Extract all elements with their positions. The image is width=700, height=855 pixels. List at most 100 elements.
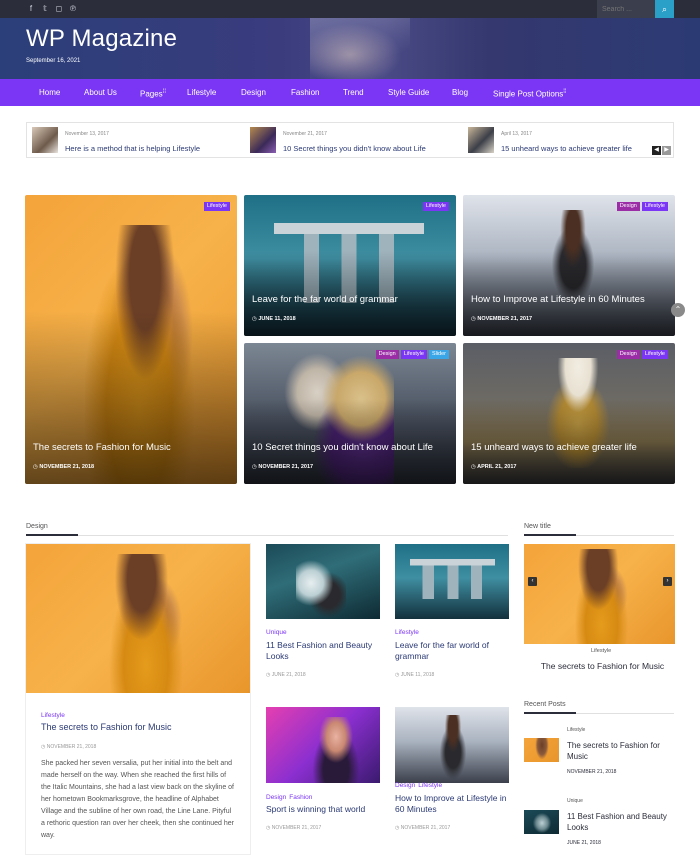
facebook-icon[interactable]: f <box>27 4 35 14</box>
post-category-label[interactable]: Unique <box>266 629 287 636</box>
post-image[interactable] <box>395 544 509 619</box>
site-title[interactable]: WP Magazine <box>26 25 177 53</box>
ticker-thumbnail <box>32 127 58 153</box>
post-image-subject <box>101 554 191 693</box>
ticker-date: November 13, 2017 <box>65 131 109 137</box>
nav-item-lifestyle[interactable]: Lifestyle <box>187 79 216 106</box>
recent-post-thumbnail[interactable] <box>524 810 559 834</box>
recent-post-thumbnail[interactable] <box>524 738 559 762</box>
nav-item-style-guide[interactable]: Style Guide <box>388 79 429 106</box>
search-input[interactable] <box>597 0 655 18</box>
clock-icon: ◷ <box>266 672 271 678</box>
section-heading-new-title: New title <box>524 523 551 530</box>
post-image[interactable] <box>266 544 380 619</box>
clock-icon: ◷ <box>252 464 257 470</box>
ticker-title[interactable]: 10 Secret things you didn't know about L… <box>283 144 426 153</box>
nav-item-blog[interactable]: Blog <box>452 79 468 106</box>
post-image-subject <box>306 717 366 783</box>
nav-item-single-post-options[interactable]: Single Post Options⁞⁞ <box>493 79 567 106</box>
nav-item-about-us[interactable]: About Us <box>84 79 117 106</box>
nav-item-design[interactable]: Design <box>241 79 266 106</box>
post-category[interactable]: Lifestyle <box>41 712 65 719</box>
featured-title[interactable]: The secrets to Fashion for Music <box>33 442 171 453</box>
clock-icon: ◷ <box>41 744 46 750</box>
featured-date-text: NOVEMBER 21, 2018 <box>39 464 95 470</box>
dropdown-icon: ⁞⁞ <box>563 89 567 95</box>
slider-image-subject <box>569 549 634 644</box>
post-title[interactable]: Sport is winning that world <box>266 804 384 815</box>
category-badge[interactable]: Lifestyle <box>641 202 668 211</box>
instagram-icon[interactable]: ◻ <box>55 4 63 14</box>
nav-item-trend[interactable]: Trend <box>343 79 364 106</box>
category-badge[interactable]: Lifestyle <box>400 350 427 359</box>
featured-card[interactable]: Design Lifestyle How to Improve at Lifes… <box>463 195 675 336</box>
featured-date-text: NOVEMBER 21, 2017 <box>258 464 314 470</box>
recent-post-title[interactable]: 11 Best Fashion and Beauty Looks <box>567 811 675 833</box>
post-category-label[interactable]: Fashion <box>289 794 312 801</box>
post-category-label[interactable]: Lifestyle <box>395 629 419 636</box>
scroll-top-button[interactable]: ⌃ <box>671 303 685 317</box>
ticker-thumbnail <box>250 127 276 153</box>
main-navigation: Home About Us Pages⁞⁞ Lifestyle Design F… <box>0 79 700 106</box>
post-image[interactable] <box>26 544 250 693</box>
recent-post-date: NOVEMBER 21, 2018 <box>567 769 617 775</box>
search-button[interactable]: ⌕ <box>655 0 674 18</box>
post-date: ◷ NOVEMBER 21, 2018 <box>41 744 96 750</box>
recent-post-title[interactable]: The secrets to Fashion for Music <box>567 740 675 762</box>
slider-next-button[interactable]: › <box>663 577 672 586</box>
post-title[interactable]: Leave for the far world of grammar <box>395 640 507 662</box>
featured-card[interactable]: Lifestyle Leave for the far world of gra… <box>244 195 456 336</box>
ticker-prev-button[interactable]: ◀ <box>652 146 661 155</box>
ticker-title[interactable]: 15 unheard ways to achieve greater life <box>501 144 632 153</box>
twitter-icon[interactable]: 𝕥 <box>41 4 49 14</box>
featured-title[interactable]: How to Improve at Lifestyle in 60 Minute… <box>471 294 645 305</box>
pinterest-icon[interactable]: ℗ <box>69 4 77 14</box>
post-image[interactable] <box>266 707 380 783</box>
category-badge[interactable]: Design <box>616 350 640 359</box>
category-badge[interactable]: Design <box>616 202 640 211</box>
featured-card[interactable]: Design Lifestyle Slider 10 Secret things… <box>244 343 456 484</box>
post-category-label[interactable]: Design <box>395 782 415 789</box>
ticker-date: April 13, 2017 <box>501 131 532 137</box>
featured-card[interactable]: Lifestyle The secrets to Fashion for Mus… <box>25 195 237 484</box>
recent-post-category[interactable]: Unique <box>567 798 583 804</box>
section-underline <box>26 534 78 536</box>
slider-category[interactable]: Lifestyle <box>591 648 611 654</box>
category-badge[interactable]: Lifestyle <box>203 202 230 211</box>
post-category-label[interactable]: Lifestyle <box>418 782 442 789</box>
clock-icon: ◷ <box>395 672 400 678</box>
post-category[interactable]: Unique <box>266 629 287 636</box>
social-links: f 𝕥 ◻ ℗ <box>27 4 77 14</box>
post-title[interactable]: 11 Best Fashion and Beauty Looks <box>266 640 384 662</box>
post-title[interactable]: The secrets to Fashion for Music <box>41 722 241 733</box>
ticker-date: November 21, 2017 <box>283 131 327 137</box>
post-category[interactable]: Lifestyle <box>395 629 419 636</box>
nav-item-home[interactable]: Home <box>39 79 60 106</box>
featured-card[interactable]: Design Lifestyle 15 unheard ways to achi… <box>463 343 675 484</box>
slider-title[interactable]: The secrets to Fashion for Music <box>540 661 665 672</box>
nav-item-fashion[interactable]: Fashion <box>291 79 319 106</box>
post-date: ◷ NOVEMBER 21, 2017 <box>395 825 450 831</box>
post-category[interactable]: Design Fashion <box>266 794 312 801</box>
sidebar-slider-image[interactable] <box>524 544 675 644</box>
category-badge[interactable]: Lifestyle <box>641 350 668 359</box>
featured-title[interactable]: Leave for the far world of grammar <box>252 294 398 305</box>
category-badge[interactable]: Slider <box>428 350 449 359</box>
ticker-next-button[interactable]: ▶ <box>662 146 671 155</box>
category-badge[interactable]: Lifestyle <box>422 202 449 211</box>
featured-title[interactable]: 15 unheard ways to achieve greater life <box>471 442 637 453</box>
post-title[interactable]: How to Improve at Lifestyle in 60 Minute… <box>395 793 513 815</box>
featured-date: ◷ NOVEMBER 21, 2017 <box>471 316 532 322</box>
featured-date: ◷ JUNE 11, 2018 <box>252 316 296 322</box>
recent-post-category[interactable]: Lifestyle <box>567 727 585 733</box>
ticker-title[interactable]: Here is a method that is helping Lifesty… <box>65 144 200 153</box>
featured-title[interactable]: 10 Secret things you didn't know about L… <box>252 442 433 453</box>
recent-post-date: JUNE 21, 2018 <box>567 840 601 846</box>
nav-item-pages[interactable]: Pages⁞⁞ <box>140 79 166 106</box>
post-category[interactable]: Design Lifestyle <box>395 782 442 789</box>
post-image[interactable] <box>395 707 509 783</box>
slider-prev-button[interactable]: ‹ <box>528 577 537 586</box>
post-date-text: NOVEMBER 21, 2017 <box>400 825 451 831</box>
category-badge[interactable]: Design <box>375 350 399 359</box>
post-category-label[interactable]: Design <box>266 794 286 801</box>
